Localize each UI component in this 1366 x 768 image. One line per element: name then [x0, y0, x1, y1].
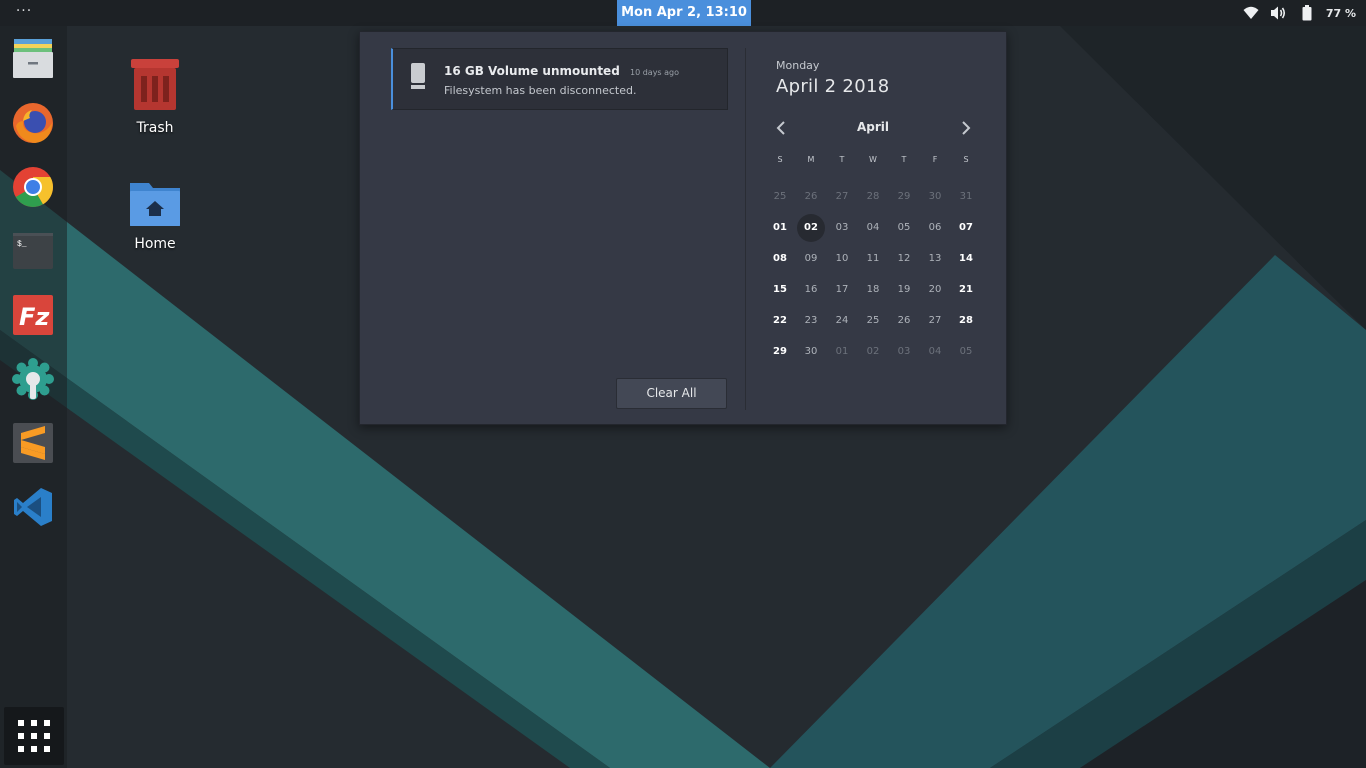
calendar-day[interactable]: 15	[766, 276, 794, 304]
calendar-day[interactable]: 04	[859, 214, 887, 242]
day-header-fri: F	[932, 155, 938, 164]
previous-month-button[interactable]	[772, 118, 792, 138]
day-header-thu: T	[901, 155, 907, 164]
popover-divider	[745, 48, 746, 410]
wifi-icon[interactable]	[1242, 4, 1260, 22]
calendar-day[interactable]: 28	[859, 183, 887, 211]
drive-icon	[411, 63, 425, 89]
day-header-mon: M	[807, 155, 815, 164]
top-bar: ··· Mon Apr 2, 13:10 77 %	[0, 0, 1366, 26]
activities-button[interactable]: ···	[10, 3, 38, 23]
svg-text:Fz: Fz	[19, 303, 50, 331]
calendar-day[interactable]: 04	[921, 338, 949, 366]
calendar-day[interactable]: 01	[766, 214, 794, 242]
day-header-wed: W	[869, 155, 877, 164]
home-folder-icon	[130, 183, 180, 226]
calendar-day[interactable]: 23	[797, 307, 825, 335]
next-month-button[interactable]	[955, 118, 975, 138]
vscode-icon[interactable]	[11, 485, 55, 529]
notification-body: Filesystem has been disconnected.	[444, 84, 637, 97]
calendar-day[interactable]: 02	[797, 214, 825, 242]
system-tray[interactable]: 77 %	[1242, 0, 1356, 26]
calendar-day[interactable]: 19	[890, 276, 918, 304]
calendar-day[interactable]: 30	[797, 338, 825, 366]
calendar-day[interactable]: 01	[828, 338, 856, 366]
calendar-day[interactable]: 21	[952, 276, 980, 304]
notification-title-text: 16 GB Volume unmounted	[444, 64, 620, 78]
calendar-day[interactable]: 28	[952, 307, 980, 335]
calendar-day[interactable]: 31	[952, 183, 980, 211]
calendar-day[interactable]: 08	[766, 245, 794, 273]
home-label: Home	[134, 236, 176, 252]
calendar-weekday: Monday	[776, 59, 820, 72]
calendar-day[interactable]: 13	[921, 245, 949, 273]
calendar-day[interactable]: 27	[921, 307, 949, 335]
message-tray-popover: 16 GB Volume unmounted 10 days ago Files…	[359, 31, 1007, 425]
firefox-icon[interactable]	[11, 101, 55, 145]
terminal-icon[interactable]: $_	[11, 229, 55, 273]
tweaks-icon[interactable]	[11, 357, 55, 401]
calendar-day[interactable]: 03	[828, 214, 856, 242]
app-grid-icon	[18, 720, 50, 752]
day-header-sun: S	[777, 155, 783, 164]
filezilla-icon[interactable]: Fz	[11, 293, 55, 337]
calendar-day[interactable]: 22	[766, 307, 794, 335]
chrome-icon[interactable]	[11, 165, 55, 209]
day-header-tue: T	[839, 155, 845, 164]
files-icon[interactable]	[11, 38, 55, 82]
battery-icon[interactable]	[1298, 4, 1316, 22]
calendar-day[interactable]: 05	[890, 214, 918, 242]
clock-button[interactable]: Mon Apr 2, 13:10	[617, 0, 751, 26]
calendar-day[interactable]: 30	[921, 183, 949, 211]
calendar-day[interactable]: 26	[890, 307, 918, 335]
calendar-day[interactable]: 09	[797, 245, 825, 273]
volume-icon[interactable]	[1270, 4, 1288, 22]
battery-percentage: 77 %	[1325, 6, 1356, 20]
calendar-day[interactable]: 10	[828, 245, 856, 273]
clear-all-button[interactable]: Clear All	[616, 378, 727, 409]
calendar-day[interactable]: 26	[797, 183, 825, 211]
calendar-day[interactable]: 07	[952, 214, 980, 242]
dock: $_ Fz	[0, 26, 67, 768]
chevron-right-icon	[962, 121, 971, 135]
day-header-sat: S	[963, 155, 969, 164]
calendar-day[interactable]: 06	[921, 214, 949, 242]
calendar-day[interactable]: 02	[859, 338, 887, 366]
sublime-text-icon[interactable]	[11, 421, 55, 465]
calendar-day[interactable]: 05	[952, 338, 980, 366]
calendar-day[interactable]: 27	[828, 183, 856, 211]
calendar-month: April	[856, 120, 890, 134]
show-applications-button[interactable]	[4, 707, 64, 765]
notification-time: 10 days ago	[629, 68, 680, 77]
calendar-day[interactable]: 11	[859, 245, 887, 273]
calendar-day[interactable]: 20	[921, 276, 949, 304]
notification-title: 16 GB Volume unmounted 10 days ago	[444, 64, 679, 78]
calendar-day[interactable]: 14	[952, 245, 980, 273]
desktop-trash[interactable]: Trash	[110, 56, 200, 136]
calendar-day[interactable]: 25	[859, 307, 887, 335]
trash-icon	[131, 59, 179, 110]
trash-label: Trash	[136, 120, 174, 136]
svg-text:$_: $_	[17, 240, 27, 249]
desktop-home[interactable]: Home	[110, 180, 200, 252]
calendar-day[interactable]: 29	[766, 338, 794, 366]
calendar-date: April 2 2018	[776, 76, 890, 97]
calendar-day[interactable]: 17	[828, 276, 856, 304]
notification-item[interactable]: 16 GB Volume unmounted 10 days ago Files…	[391, 48, 728, 110]
calendar-day[interactable]: 29	[890, 183, 918, 211]
calendar-day[interactable]: 18	[859, 276, 887, 304]
calendar-day[interactable]: 25	[766, 183, 794, 211]
calendar-day[interactable]: 12	[890, 245, 918, 273]
calendar-day[interactable]: 03	[890, 338, 918, 366]
calendar-day[interactable]: 16	[797, 276, 825, 304]
chevron-left-icon	[776, 121, 785, 135]
calendar-day[interactable]: 24	[828, 307, 856, 335]
